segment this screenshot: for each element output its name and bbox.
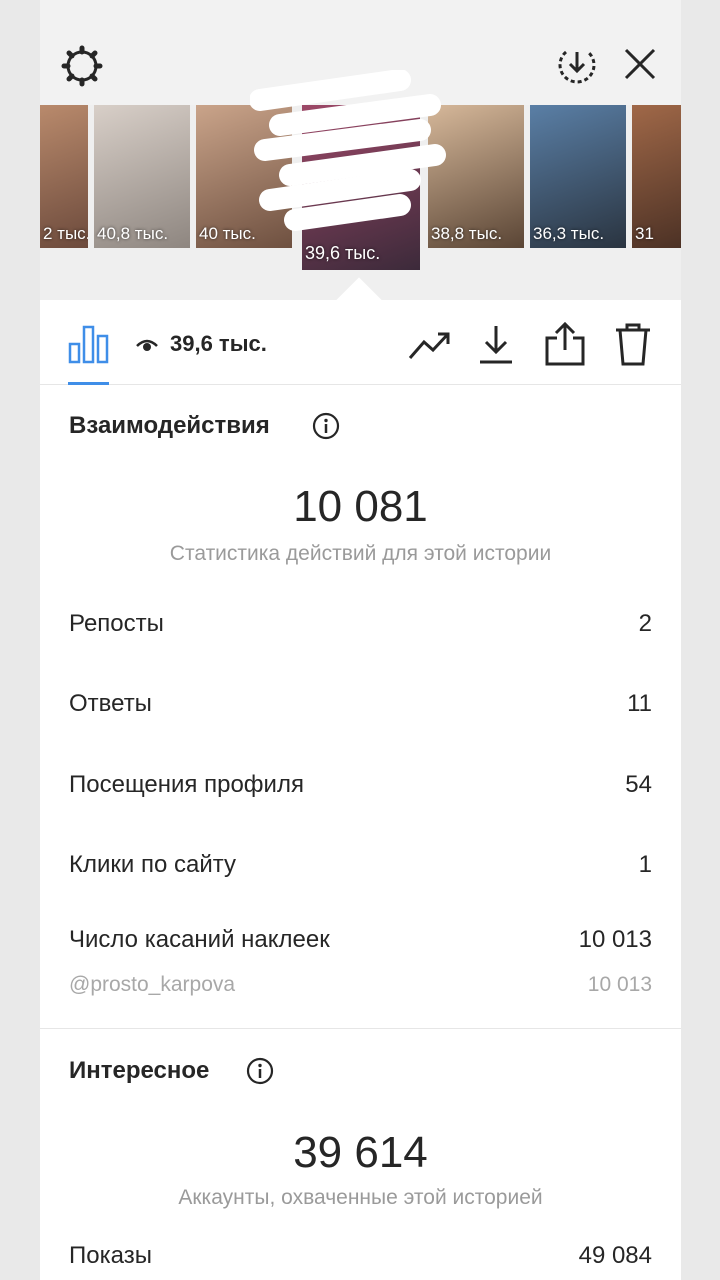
row-label-impressions: Показы	[69, 1242, 152, 1269]
row-value-impressions: 49 084	[578, 1242, 652, 1269]
story-views: 36,3 тыс.	[533, 224, 605, 243]
row-value-replies: 11	[627, 690, 652, 717]
download-circle-icon[interactable]	[556, 44, 598, 86]
story-views: 40 тыс.	[199, 224, 256, 243]
sticker-mention-value: 10 013	[587, 973, 652, 996]
story-thumbnail[interactable]: 40,8 тыс.	[94, 105, 190, 248]
gear-icon[interactable]	[60, 44, 104, 88]
story-thumbnail[interactable]: 31	[632, 105, 681, 248]
row-value-sticker-taps: 10 013	[578, 926, 652, 953]
active-tab-indicator	[68, 382, 109, 385]
row-value-reposts: 2	[638, 610, 652, 637]
discovery-total: 39 614	[293, 1128, 428, 1177]
section-divider	[40, 1028, 681, 1029]
row-value-website-clicks: 1	[638, 851, 652, 878]
story-views: 31	[635, 224, 654, 243]
close-icon[interactable]	[622, 46, 658, 82]
discovery-subtitle: Аккаунты, охваченные этой историей	[178, 1186, 543, 1209]
row-label-profile-visits: Посещения профиля	[69, 771, 304, 798]
info-icon[interactable]	[312, 412, 340, 440]
info-icon[interactable]	[246, 1057, 274, 1085]
redaction-scribble	[250, 70, 446, 231]
story-views: 39,6 тыс.	[305, 243, 381, 263]
eye-icon	[136, 339, 158, 351]
trash-icon[interactable]	[614, 322, 652, 366]
story-thumbnail[interactable]: 36,3 тыс.	[530, 105, 626, 248]
insights-card: 39,6 тыс. Взаимодействия 10 081 Статисти…	[40, 300, 681, 1280]
sticker-mention-label: @prosto_karpova	[69, 973, 236, 996]
story-thumbnail[interactable]: 2 тыс.	[40, 105, 88, 248]
row-label-reposts: Репосты	[69, 610, 164, 637]
interactions-subtitle: Статистика действий для этой истории	[169, 542, 552, 565]
trend-icon[interactable]	[408, 328, 452, 362]
insights-toolbar: 39,6 тыс.	[40, 300, 681, 385]
story-views: 40,8 тыс.	[97, 224, 169, 243]
story-views: 2 тыс.	[43, 224, 88, 243]
row-label-replies: Ответы	[69, 690, 152, 717]
bar-chart-icon[interactable]	[68, 324, 110, 364]
section-title-discovery: Интересное	[69, 1057, 210, 1084]
row-label-sticker-taps: Число касаний наклеек	[69, 926, 330, 953]
share-icon[interactable]	[545, 322, 585, 366]
reach-count: 39,6 тыс.	[170, 331, 267, 356]
download-icon[interactable]	[478, 324, 514, 366]
interactions-total: 10 081	[293, 482, 428, 531]
row-label-website-clicks: Клики по сайту	[69, 851, 236, 878]
row-value-profile-visits: 54	[625, 771, 652, 798]
section-title-interactions: Взаимодействия	[69, 412, 270, 439]
